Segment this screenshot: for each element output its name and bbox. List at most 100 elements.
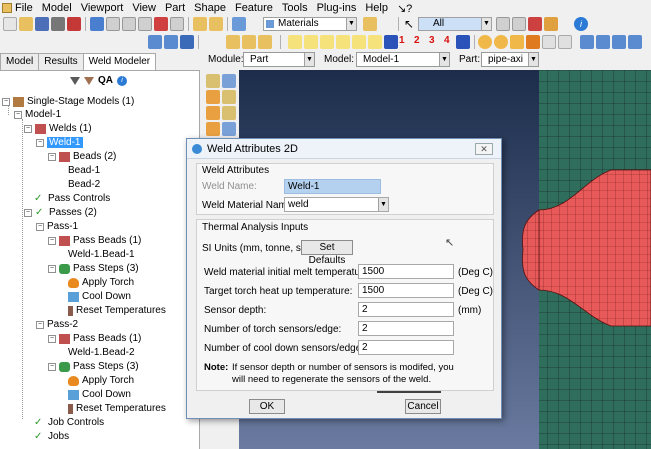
tree-welds[interactable]: − Welds (1) — [24, 122, 92, 135]
tree-pass-1-bead[interactable]: Weld-1.Bead-1 — [68, 248, 135, 261]
collapse-icon[interactable]: − — [2, 97, 10, 106]
create-part-icon[interactable] — [206, 74, 220, 88]
extrude-icon[interactable] — [206, 90, 220, 104]
weld-name-field[interactable]: Weld-1 — [284, 179, 381, 194]
partition-face-icon[interactable] — [368, 35, 382, 49]
color-palette-icon[interactable] — [363, 17, 377, 31]
menu-viewport[interactable]: Viewport — [81, 2, 124, 14]
menu-feature[interactable]: Feature — [235, 2, 273, 14]
open-file-icon[interactable] — [19, 17, 33, 31]
collapse-icon[interactable]: − — [24, 124, 32, 133]
part-manager-icon[interactable] — [222, 74, 236, 88]
select-mode-icon[interactable] — [496, 17, 510, 31]
view-1-button[interactable]: 1 — [399, 35, 405, 46]
tree-apply-torch-1[interactable]: Apply Torch — [68, 276, 134, 289]
render-hidden-icon[interactable] — [164, 35, 178, 49]
ok-button[interactable]: OK — [249, 399, 285, 414]
model-select[interactable]: Model-1 ▼ — [356, 52, 450, 67]
viewport-icon[interactable] — [596, 35, 610, 49]
new-file-icon[interactable] — [3, 17, 17, 31]
menu-context-help[interactable]: ↘? — [397, 2, 412, 15]
layers-icon[interactable] — [580, 35, 594, 49]
tree-job-controls[interactable]: ✓ Job Controls — [34, 416, 104, 429]
menu-help[interactable]: Help — [365, 2, 388, 14]
collapse-icon[interactable]: − — [48, 264, 56, 273]
tab-results[interactable]: Results — [38, 53, 84, 70]
datum-axis-icon[interactable] — [304, 35, 318, 49]
tree-pass-controls[interactable]: ✓ Pass Controls — [34, 192, 110, 205]
menu-tools[interactable]: Tools — [282, 2, 308, 14]
close-icon[interactable]: ✕ — [475, 143, 493, 155]
measure-icon[interactable] — [209, 17, 223, 31]
tree-pass-2-steps[interactable]: − Pass Steps (3) — [48, 360, 139, 373]
collapse-icon[interactable]: − — [48, 362, 56, 371]
magnify-icon[interactable] — [122, 17, 136, 31]
tree-reset-temps-2[interactable]: Reset Temperatures — [68, 402, 166, 415]
collapse-icon[interactable]: − — [14, 110, 22, 119]
select-options-icon[interactable] — [544, 17, 558, 31]
tab-model[interactable]: Model — [0, 53, 40, 70]
selection-filter-combo[interactable]: All ▼ — [418, 17, 492, 31]
sensor-depth-field[interactable]: 2 — [358, 302, 454, 317]
tree-cool-down-1[interactable]: Cool Down — [68, 290, 131, 303]
datum-csys-icon[interactable] — [336, 35, 350, 49]
view-side-icon[interactable] — [242, 35, 256, 49]
view-2-button[interactable]: 2 — [414, 35, 420, 46]
qa-label[interactable]: QA — [98, 75, 113, 86]
select-remove-icon[interactable] — [528, 17, 542, 31]
view-3-button[interactable]: 3 — [429, 35, 435, 46]
redo-icon[interactable] — [558, 35, 572, 49]
tree-pass-2[interactable]: − Pass-2 — [36, 318, 78, 331]
tree-beads[interactable]: − Beads (2) — [48, 150, 116, 163]
sweep-icon[interactable] — [206, 106, 220, 120]
filter-down-icon[interactable] — [70, 76, 80, 85]
auto-fit-icon[interactable] — [154, 17, 168, 31]
tree-bead-2[interactable]: Bead-2 — [68, 178, 100, 191]
pan-icon[interactable] — [90, 17, 104, 31]
display-group-icon[interactable] — [478, 35, 492, 49]
select-arrow-icon[interactable]: ↖ — [402, 17, 416, 31]
tree-cool-down-2[interactable]: Cool Down — [68, 388, 131, 401]
module-select[interactable]: Part ▼ — [243, 52, 315, 67]
color-code-combo[interactable]: Materials ▼ — [263, 17, 357, 31]
set-defaults-button[interactable]: Set Defaults — [301, 240, 353, 266]
datum-icon[interactable] — [288, 35, 302, 49]
tree-pass-2-bead[interactable]: Weld-1.Bead-2 — [68, 346, 135, 359]
print-icon[interactable] — [51, 17, 65, 31]
shell-icon[interactable] — [222, 122, 236, 136]
remove-display-icon[interactable] — [494, 35, 508, 49]
tree-model-1[interactable]: − Model-1 — [14, 108, 61, 121]
help-icon[interactable]: i — [117, 75, 127, 86]
tree-apply-torch-2[interactable]: Apply Torch — [68, 374, 134, 387]
tree-passes[interactable]: − ✓ Passes (2) — [24, 206, 97, 219]
menu-part[interactable]: Part — [165, 2, 185, 14]
tab-weld-modeler[interactable]: Weld Modeler — [82, 53, 157, 71]
menu-shape[interactable]: Shape — [194, 2, 226, 14]
weld-root-mesh[interactable] — [522, 209, 540, 291]
info-icon[interactable]: i — [574, 17, 588, 31]
tree-pass-1[interactable]: − Pass-1 — [36, 220, 78, 233]
query-icon[interactable] — [193, 17, 207, 31]
weld-material-select[interactable]: weld ▼ — [284, 197, 389, 212]
triad-4-icon[interactable] — [456, 35, 470, 49]
tree-weld-1[interactable]: − Weld-1 — [36, 136, 83, 149]
collapse-icon[interactable]: − — [48, 152, 56, 161]
display-options-icon[interactable] — [526, 35, 540, 49]
tree-pass-2-beads[interactable]: − Pass Beads (1) — [48, 332, 141, 345]
render-wire-icon[interactable] — [148, 35, 162, 49]
tree-reset-temps-1[interactable]: Reset Temperatures — [68, 304, 166, 317]
render-shaded-icon[interactable] — [180, 35, 194, 49]
collapse-icon[interactable]: − — [36, 222, 44, 231]
cut-icon[interactable] — [222, 106, 236, 120]
undo-icon[interactable] — [542, 35, 556, 49]
cascade-icon[interactable] — [628, 35, 642, 49]
collapse-icon[interactable]: − — [48, 334, 56, 343]
tree-single-stage-models[interactable]: − Single-Stage Models (1) — [2, 95, 134, 108]
tree-bead-1[interactable]: Bead-1 — [68, 164, 100, 177]
tree-pass-1-beads[interactable]: − Pass Beads (1) — [48, 234, 141, 247]
rotate-icon[interactable] — [106, 17, 120, 31]
cool-sensors-field[interactable]: 2 — [358, 340, 454, 355]
revolve-icon[interactable] — [222, 90, 236, 104]
collapse-icon[interactable]: − — [48, 236, 56, 245]
solid-icon[interactable] — [206, 122, 220, 136]
